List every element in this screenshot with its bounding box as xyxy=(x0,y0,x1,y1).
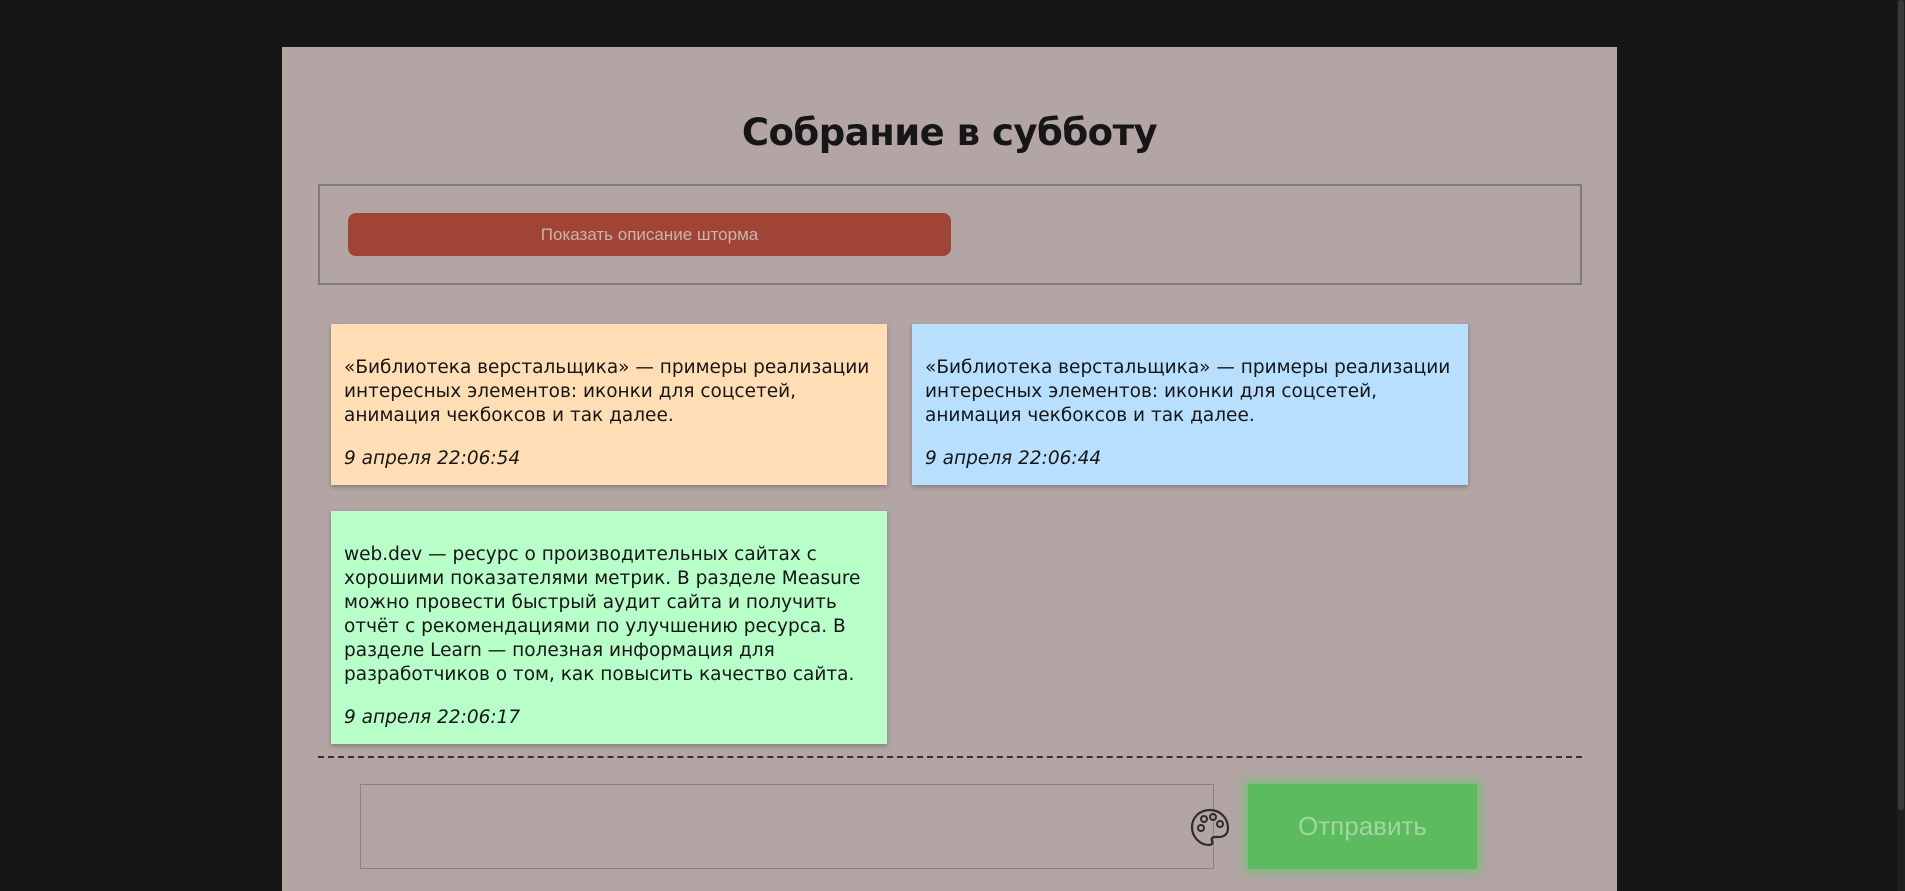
palette-icon[interactable] xyxy=(1189,807,1231,849)
note-text: «Библиотека верстальщика» — примеры реал… xyxy=(344,357,870,426)
note-card: web.dev — ресурс о производительных сайт… xyxy=(331,511,887,744)
note-timestamp: 9 апреля 22:06:17 xyxy=(344,707,521,728)
page-title: Собрание в субботу xyxy=(741,111,1158,154)
scrollbar-thumb[interactable] xyxy=(1898,0,1904,810)
show-storm-description-button[interactable]: Показать описание шторма xyxy=(348,213,951,256)
note-timestamp: 9 апреля 22:06:44 xyxy=(925,448,1102,469)
note-text: web.dev — ресурс о производительных сайт… xyxy=(344,544,861,685)
send-button[interactable]: Отправить xyxy=(1248,784,1477,869)
note-card: «Библиотека верстальщика» — примеры реал… xyxy=(331,324,887,485)
note-card: «Библиотека верстальщика» — примеры реал… xyxy=(912,324,1468,485)
note-timestamp: 9 апреля 22:06:54 xyxy=(344,448,521,469)
divider xyxy=(318,756,1582,758)
meeting-page: Собрание в субботу Показать описание што… xyxy=(282,47,1617,891)
storm-panel: Показать описание шторма xyxy=(318,184,1582,285)
note-text: «Библиотека верстальщика» — примеры реал… xyxy=(925,357,1451,426)
scrollbar[interactable] xyxy=(1897,0,1905,891)
message-input[interactable] xyxy=(360,784,1230,869)
